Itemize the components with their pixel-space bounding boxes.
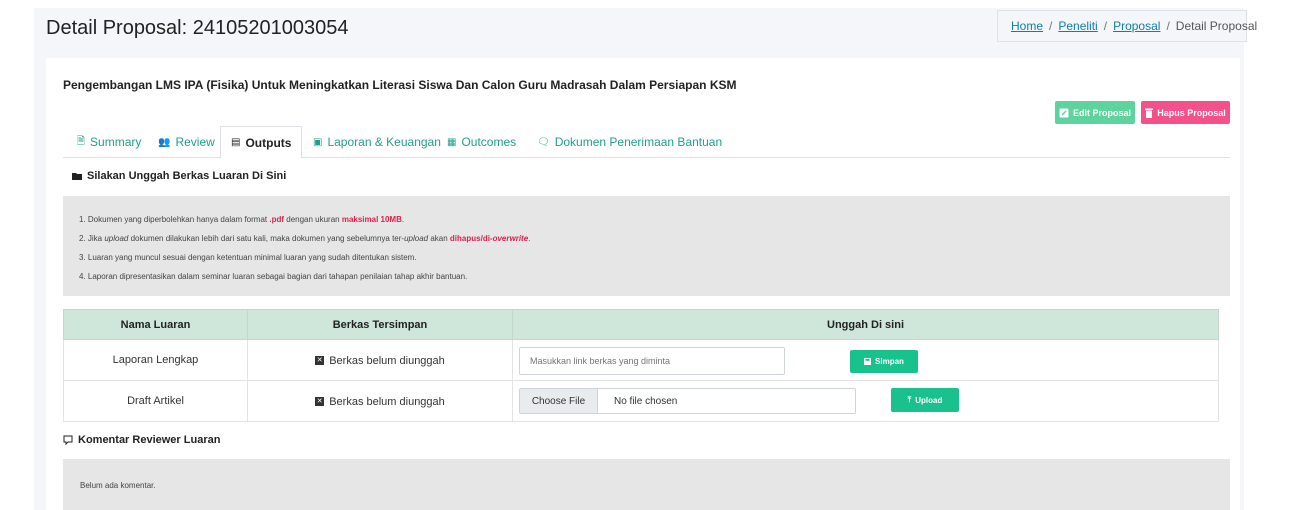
- breadcrumb: Home / Peneliti / Proposal / Detail Prop…: [997, 10, 1257, 42]
- tab-outputs[interactable]: ▤ Outputs: [220, 126, 303, 159]
- upload-cell: Choose File No file chosen ⤒ Upload: [512, 380, 1219, 422]
- stored-file-text: Berkas belum diunggah: [329, 395, 445, 408]
- tab-label: Summary: [90, 135, 142, 149]
- money-icon: ▣: [313, 136, 323, 148]
- breadcrumb-proposal-link[interactable]: Proposal: [1113, 19, 1160, 33]
- breadcrumb-home-link[interactable]: Home: [1011, 19, 1043, 33]
- x-box-icon: ✕: [315, 397, 325, 407]
- edit-icon: [1059, 108, 1069, 117]
- instruction-4: 4. Laporan dipresentasikan dalam seminar…: [79, 272, 468, 281]
- page-title: Detail Proposal: 24105201003054: [46, 17, 349, 39]
- tab-label: Review: [175, 135, 215, 149]
- luaran-name: Laporan Lengkap: [63, 339, 248, 381]
- comment-icon: [63, 435, 73, 445]
- tab-summary[interactable]: 🗎 Summary: [67, 126, 151, 158]
- stored-file-status: ✕ Berkas belum diunggah: [315, 355, 445, 367]
- trash-icon: [1145, 108, 1154, 118]
- users-icon: 👥: [158, 136, 171, 148]
- folder-icon: [72, 173, 82, 180]
- column-header: Berkas Tersimpan: [247, 309, 513, 340]
- delete-proposal-label: Hapus Proposal: [1157, 107, 1226, 118]
- x-box-icon: ✕: [315, 356, 325, 366]
- instruction-3: 3. Luaran yang muncul sesuai dengan kete…: [79, 253, 417, 262]
- tab-review[interactable]: 👥 Review: [148, 126, 225, 158]
- breadcrumb-current: Detail Proposal: [1175, 19, 1258, 33]
- save-button[interactable]: Simpan: [850, 350, 918, 373]
- tab-label: Outputs: [245, 135, 292, 150]
- breadcrumb-separator: /: [1049, 19, 1053, 33]
- file-name-text: No file chosen: [614, 395, 678, 407]
- delete-proposal-button[interactable]: Hapus Proposal: [1141, 101, 1230, 124]
- stored-file-status: ✕ Berkas belum diunggah: [315, 396, 445, 408]
- file-link-input[interactable]: [519, 347, 785, 375]
- upload-button[interactable]: ⤒ Upload: [891, 388, 959, 412]
- proposal-tabs: 🗎 Summary 👥 Review ▤ Outputs ▣ Laporan &…: [63, 126, 1230, 159]
- reviewer-comments-heading: Komentar Reviewer Luaran: [63, 434, 220, 446]
- tab-label: Outcomes: [461, 135, 517, 149]
- tab-label: Dokumen Penerimaan Bantuan: [554, 135, 723, 149]
- outcomes-icon: ▦: [447, 136, 457, 148]
- stored-file-text: Berkas belum diunggah: [329, 354, 445, 367]
- save-label: Simpan: [875, 357, 904, 366]
- luaran-name: Draft Artikel: [63, 380, 248, 422]
- upload-icon: ⤒: [907, 395, 912, 404]
- column-header: Nama Luaran: [63, 309, 248, 340]
- tab-label: Laporan & Keuangan: [327, 135, 441, 149]
- edit-proposal-button[interactable]: Edit Proposal: [1055, 101, 1135, 124]
- upload-cell: Simpan: [512, 339, 1219, 381]
- upload-section-heading: Silakan Unggah Berkas Luaran Di Sini: [72, 170, 286, 182]
- summary-icon: 🗎: [77, 135, 86, 147]
- luaran-table: Nama Luaran Berkas Tersimpan Unggah Di s…: [63, 309, 1219, 422]
- edit-proposal-label: Edit Proposal: [1072, 107, 1131, 118]
- instruction-2: 2. Jika upload dokumen dilakukan lebih d…: [79, 234, 531, 243]
- save-icon: [864, 358, 872, 365]
- instruction-1: 1. Dokumen yang diperbolehkan hanya dala…: [79, 215, 405, 224]
- breadcrumb-separator: /: [1166, 19, 1170, 33]
- stored-file-cell: ✕ Berkas belum diunggah: [247, 380, 513, 422]
- upload-label: Upload: [915, 395, 943, 405]
- upload-section-title: Silakan Unggah Berkas Luaran Di Sini: [87, 170, 287, 182]
- reviewer-comments-box: Belum ada komentar.: [63, 459, 1230, 510]
- stored-file-cell: ✕ Berkas belum diunggah: [247, 339, 513, 381]
- breadcrumb-separator: /: [1103, 19, 1108, 33]
- table-row: Laporan Lengkap ✕ Berkas belum diunggah …: [63, 339, 1219, 381]
- column-header: Unggah Di sini: [512, 309, 1219, 340]
- tab-outcomes[interactable]: ▦ Outcomes: [437, 126, 526, 158]
- choose-file-button[interactable]: Choose File: [520, 389, 598, 413]
- table-header-row: Nama Luaran Berkas Tersimpan Unggah Di s…: [63, 309, 1219, 340]
- breadcrumb-peneliti-link[interactable]: Peneliti: [1058, 19, 1097, 33]
- outputs-icon: ▤: [231, 137, 241, 148]
- document-icon: 🗨: [537, 136, 550, 148]
- reviewer-comments-title: Komentar Reviewer Luaran: [78, 434, 221, 446]
- table-row: Draft Artikel ✕ Berkas belum diunggah Ch…: [63, 380, 1219, 422]
- upload-instructions: 1. Dokumen yang diperbolehkan hanya dala…: [63, 196, 1230, 296]
- tab-dokumen-penerimaan-bantuan[interactable]: 🗨 Dokumen Penerimaan Bantuan: [527, 126, 732, 158]
- proposal-title: Pengembangan LMS IPA (Fisika) Untuk Meni…: [63, 78, 737, 92]
- tab-laporan-keuangan[interactable]: ▣ Laporan & Keuangan: [303, 126, 451, 158]
- no-comments-text: Belum ada komentar.: [80, 481, 156, 490]
- file-input[interactable]: Choose File No file chosen: [519, 388, 856, 414]
